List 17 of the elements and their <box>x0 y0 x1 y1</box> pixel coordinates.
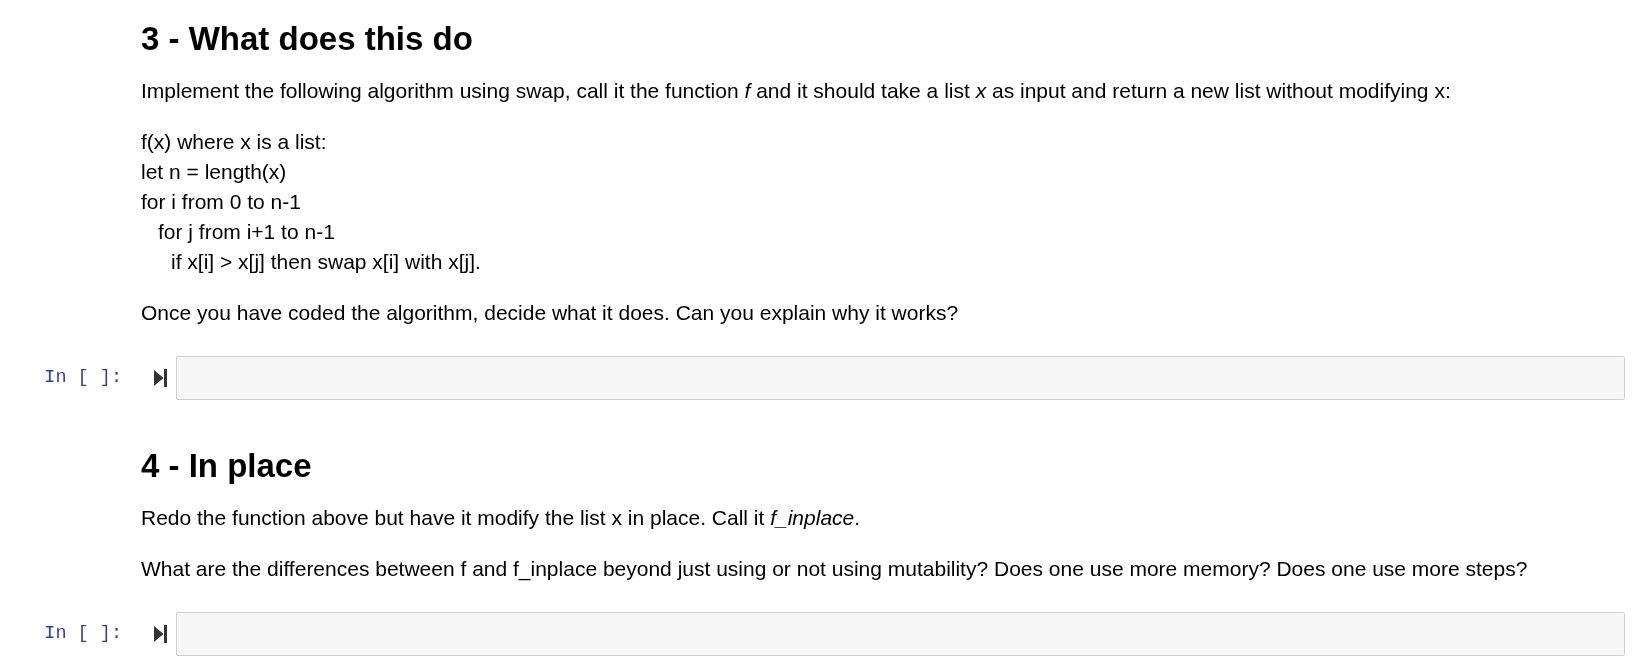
input-prompt: In [ ]: <box>44 366 122 390</box>
pseudocode-line: f(x) where x is a list: <box>141 129 327 155</box>
code-input-field[interactable] <box>176 612 1625 656</box>
input-prompt: In [ ]: <box>44 622 122 646</box>
paragraph-text: What are the differences between f and f_inplace beyond just using or not using mutability? Does one use more memory? Does one use more steps? <box>141 556 1528 583</box>
paragraph-text: Once you have coded the algorithm, decide what it does. Can you explain why it works? <box>141 300 959 326</box>
pseudocode-line: if x[i] > x[j] then swap x[i] with x[j]. <box>171 249 481 275</box>
section-heading: 4 - In place <box>141 446 312 486</box>
code-input-field[interactable] <box>176 356 1625 400</box>
play-icon[interactable] <box>154 369 167 387</box>
pseudocode-line: for i from 0 to n-1 <box>141 189 301 215</box>
play-icon[interactable] <box>154 625 167 643</box>
paragraph-text: Implement the following algorithm using swap, call it the function f and it should take a list x as input and return a new list without modifying x: <box>141 78 1451 104</box>
paragraph-text: Redo the function above but have it modify the list x in place. Call it f_inplace. <box>141 505 861 531</box>
pseudocode-line: let n = length(x) <box>141 159 287 185</box>
pseudocode-line: for j from i+1 to n-1 <box>158 219 335 245</box>
section-heading: 3 - What does this do <box>141 19 473 59</box>
